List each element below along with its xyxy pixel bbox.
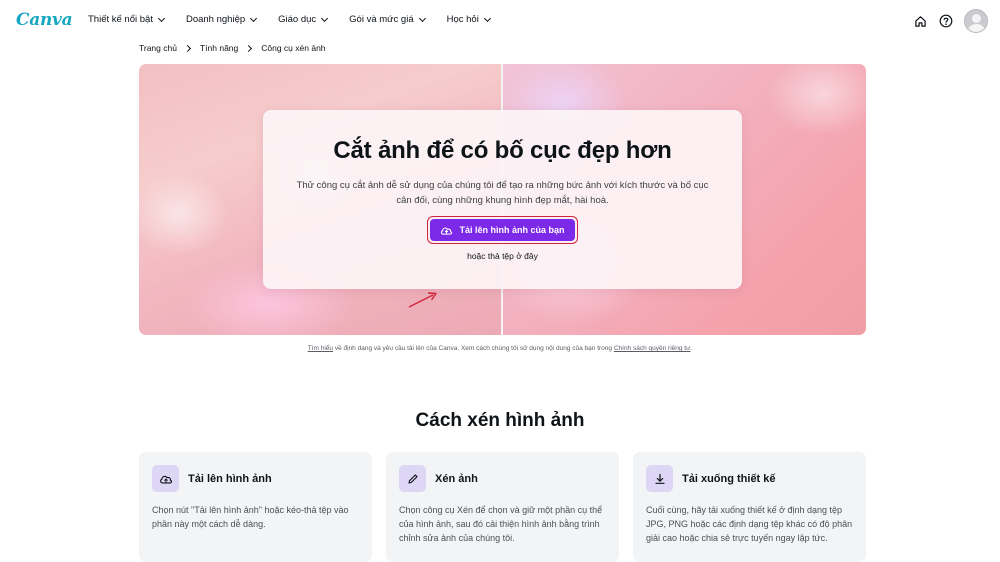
menu-label: Học hỏi (446, 14, 479, 25)
chevron-down-icon (418, 14, 426, 22)
step-title: Xén ảnh (435, 472, 478, 485)
breadcrumb-home[interactable]: Trang chủ (139, 43, 177, 53)
red-arrow-annotation (408, 292, 437, 308)
chevron-down-icon (321, 14, 329, 22)
chevron-down-icon (483, 14, 491, 22)
drop-zone-text: hoặc thả tệp ở đây (467, 251, 538, 261)
chevron-down-icon (250, 14, 258, 22)
chevron-right-icon (245, 44, 253, 52)
hero-banner: Cắt ảnh để có bố cục đẹp hơn Thử công cụ… (139, 64, 866, 335)
step-title: Tải lên hình ảnh (188, 472, 272, 485)
menu-item-pricing[interactable]: Gói và mức giá (349, 14, 426, 25)
menu-item-education[interactable]: Giáo dục (278, 14, 329, 25)
upload-button-highlight: Tải lên hình ảnh của bạn (427, 216, 578, 244)
avatar[interactable] (964, 9, 988, 33)
top-navigation: Canva Thiết kế nổi bật Doanh nghiệp Giáo… (0, 0, 1000, 42)
how-to-steps: Tải lên hình ảnh Chọn nút "Tải lên hình … (139, 452, 866, 562)
breadcrumb: Trang chủ Tính năng Công cụ xén ảnh (139, 43, 326, 53)
chevron-right-icon (183, 44, 192, 52)
pencil-icon (399, 465, 426, 492)
chevron-down-icon (157, 14, 166, 22)
step-text: Chọn công cụ Xén để chọn và giữ một phần… (399, 505, 603, 543)
menu-label: Thiết kế nổi bật (88, 14, 153, 25)
home-icon[interactable] (912, 13, 928, 29)
privacy-policy-link[interactable]: Chính sách quyền riêng tư (614, 345, 691, 352)
step-text: Chọn nút "Tải lên hình ảnh" hoặc kéo-thả… (152, 505, 349, 529)
menu-label: Gói và mức giá (349, 14, 414, 25)
breadcrumb-current: Công cụ xén ảnh (261, 43, 326, 53)
upload-button-label: Tải lên hình ảnh của bạn (459, 225, 565, 235)
step-card-crop: Xén ảnh Chọn công cụ Xén để chọn và giữ … (386, 452, 619, 562)
download-icon (646, 465, 673, 492)
breadcrumb-features[interactable]: Tính năng (200, 43, 238, 53)
menu-label: Doanh nghiệp (185, 14, 246, 25)
menu-label: Giáo dục (278, 14, 317, 25)
notice-text: về định dạng và yêu cầu tải lên của Canv… (333, 345, 614, 352)
upload-cloud-icon (441, 227, 453, 235)
hero-description: Thử công cụ cắt ảnh dễ sử dụng của chúng… (296, 180, 709, 206)
help-icon[interactable] (938, 13, 954, 29)
step-card-upload: Tải lên hình ảnh Chọn nút "Tải lên hình … (139, 452, 372, 562)
step-card-download: Tải xuống thiết kế Cuối cùng, hãy tải xu… (633, 452, 866, 562)
upload-notice: Tìm hiểu về định dạng và yêu cầu tải lên… (0, 345, 1000, 352)
menu-item-featured[interactable]: Thiết kế nổi bật (88, 14, 166, 25)
step-title: Tải xuống thiết kế (682, 472, 776, 485)
menu-item-learn[interactable]: Học hỏi (446, 14, 491, 25)
upload-cloud-icon (152, 465, 179, 492)
step-text: Cuối cùng, hãy tải xuống thiết kế ở định… (646, 505, 853, 543)
notice-end: . (690, 345, 693, 352)
canva-logo[interactable]: Canva (16, 10, 73, 30)
nav-right-actions (912, 9, 988, 33)
main-menu: Thiết kế nổi bật Doanh nghiệp Giáo dục G… (88, 14, 512, 25)
page-title: Cắt ảnh để có bố cục đẹp hơn (333, 137, 672, 164)
learn-more-link[interactable]: Tìm hiểu (308, 345, 333, 352)
upload-image-button[interactable]: Tải lên hình ảnh của bạn (430, 219, 575, 241)
upload-card: Cắt ảnh để có bố cục đẹp hơn Thử công cụ… (263, 110, 742, 289)
menu-item-business[interactable]: Doanh nghiệp (185, 14, 258, 25)
how-to-title: Cách xén hình ảnh (415, 410, 585, 431)
